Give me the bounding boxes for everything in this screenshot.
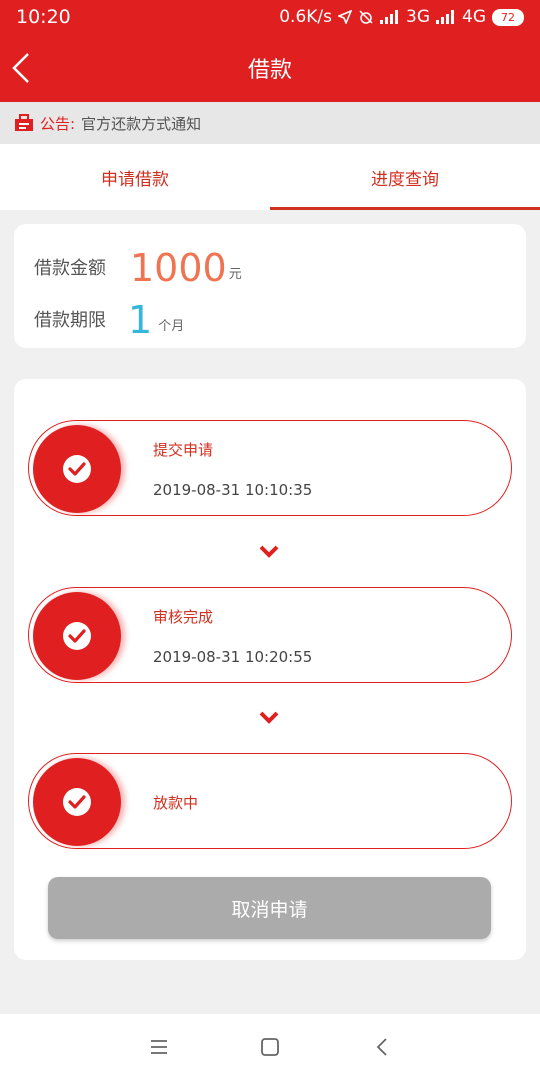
cancel-application-button[interactable]: 取消申请 <box>48 877 491 939</box>
chevron-down-icon <box>259 711 279 724</box>
progress-step-submitted: 提交申请 2019-08-31 10:10:35 <box>28 420 512 516</box>
step-status-circle <box>33 425 121 513</box>
signal-4g-label: 4G <box>462 7 486 27</box>
tab-apply-loan[interactable]: 申请借款 <box>0 144 270 210</box>
home-icon[interactable] <box>259 1037 281 1057</box>
check-circle-icon <box>63 788 91 816</box>
menu-icon[interactable] <box>148 1037 170 1057</box>
status-bar: 10:20 0.6K/s 3G 4G 72 <box>0 0 540 34</box>
step-name: 审核完成 <box>153 608 214 626</box>
system-nav-bar <box>0 1014 540 1080</box>
loan-amount-label: 借款金额 <box>34 258 106 279</box>
back-icon[interactable] <box>8 50 38 86</box>
net-speed: 0.6K/s <box>279 7 332 27</box>
tab-progress-query[interactable]: 进度查询 <box>270 144 540 210</box>
location-icon <box>338 10 352 24</box>
step-status-circle <box>33 758 121 846</box>
loan-term-label: 借款期限 <box>34 310 106 331</box>
step-name: 放款中 <box>153 794 199 812</box>
page-title: 借款 <box>247 58 292 83</box>
loan-summary-card: 借款金额 1000 元 借款期限 1 个月 <box>14 224 526 348</box>
loan-term-unit: 个月 <box>158 319 185 334</box>
check-circle-icon <box>63 622 91 650</box>
progress-card: 提交申请 2019-08-31 10:10:35 审核完成 2019-08-31… <box>14 379 526 960</box>
step-time: 2019-08-31 10:10:35 <box>153 481 313 499</box>
nav-bar: 借款 <box>0 34 540 102</box>
step-time: 2019-08-31 10:20:55 <box>153 648 313 666</box>
notice-bar[interactable]: 公告: 官方还款方式通知 <box>0 102 540 144</box>
chevron-down-icon <box>259 545 279 558</box>
status-indicators: 0.6K/s 3G 4G 72 <box>279 7 524 27</box>
step-name: 提交申请 <box>153 441 214 459</box>
notice-prefix: 公告: <box>40 114 76 133</box>
progress-step-reviewed: 审核完成 2019-08-31 10:20:55 <box>28 587 512 683</box>
loan-amount-value: 1000 <box>130 246 227 290</box>
loan-amount-row: 借款金额 1000 元 <box>34 242 506 288</box>
progress-step-disbursing: 放款中 <box>28 753 512 849</box>
check-circle-icon <box>63 455 91 483</box>
loan-term-row: 借款期限 1 个月 <box>34 294 506 340</box>
signal-icon <box>380 10 398 24</box>
tab-bar: 申请借款 进度查询 <box>0 144 540 210</box>
signal-3g-label: 3G <box>406 7 430 27</box>
announcement-icon <box>15 114 33 131</box>
signal-hd-icon <box>436 10 454 24</box>
step-status-circle <box>33 592 121 680</box>
loan-term-value: 1 <box>128 298 153 342</box>
loan-amount-unit: 元 <box>228 267 242 282</box>
alarm-off-icon <box>359 10 373 24</box>
status-time: 10:20 <box>16 6 71 28</box>
battery-icon: 72 <box>492 8 524 26</box>
back-nav-icon[interactable] <box>372 1037 394 1057</box>
notice-text: 官方还款方式通知 <box>81 114 202 133</box>
